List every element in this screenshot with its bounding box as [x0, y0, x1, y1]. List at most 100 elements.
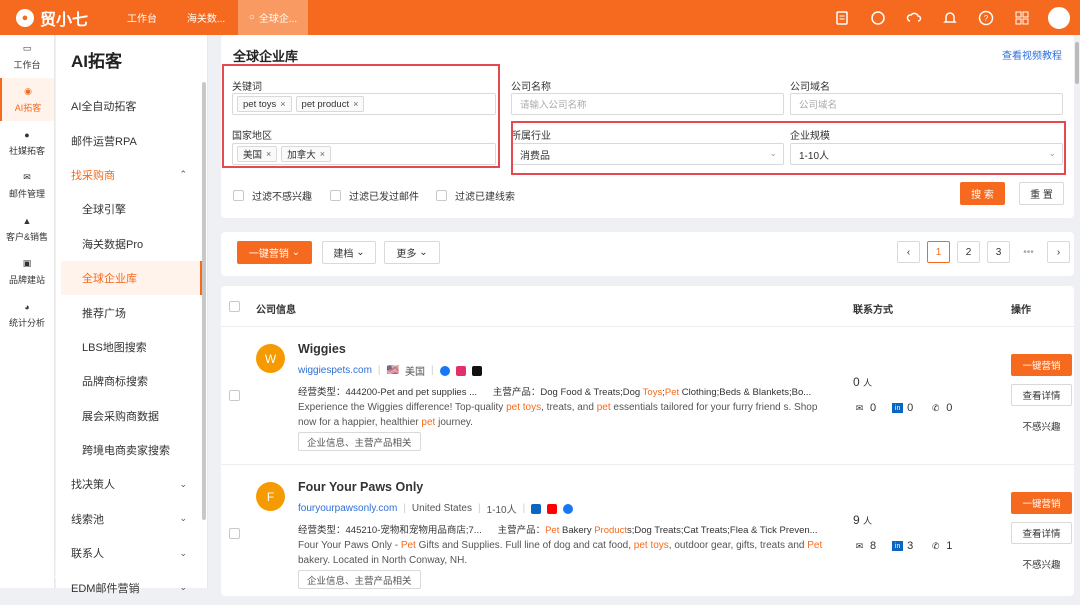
- subnav-item-trademark[interactable]: 品牌商标搜索: [56, 364, 207, 398]
- checkbox[interactable]: [233, 190, 244, 201]
- one-click-marketing-button[interactable]: 一键营销 ⌄: [237, 241, 312, 264]
- avatar[interactable]: [1048, 7, 1070, 29]
- more-button[interactable]: 更多 ⌄: [384, 241, 440, 264]
- tab-label: 全球企...: [259, 10, 297, 25]
- archive-button[interactable]: 建档 ⌄: [322, 241, 376, 264]
- company-name[interactable]: Four Your Paws Only: [298, 480, 423, 494]
- tab-global-company[interactable]: ○全球企...: [238, 0, 308, 35]
- subnav-item-global-company[interactable]: 全球企业库: [61, 261, 203, 295]
- facebook-icon[interactable]: [440, 366, 450, 376]
- company-domain-link[interactable]: fouryourpawsonly.com: [298, 503, 397, 514]
- top-bar: ● 贸小七 工作台 海关数... ○全球企... ?: [0, 0, 1080, 35]
- not-interested-link[interactable]: 不感兴趣: [1011, 419, 1072, 433]
- reset-button[interactable]: 重 置: [1019, 182, 1064, 205]
- sidebar-item-label: 工作台: [13, 58, 40, 71]
- desc-text: Four Your Paws Only -: [298, 540, 401, 551]
- facebook-icon[interactable]: [563, 504, 573, 514]
- mail-count[interactable]: ✉0: [853, 402, 876, 414]
- one-click-marketing-button[interactable]: 一键营销: [1011, 492, 1072, 514]
- sidebar-item-ai-prospect[interactable]: ◉AI拓客: [0, 78, 54, 121]
- subnav-item-lbs[interactable]: LBS地图搜索: [56, 330, 207, 364]
- country: 美国: [405, 363, 425, 378]
- page-button[interactable]: 1: [927, 241, 950, 263]
- match-tag[interactable]: 企业信息、主营产品相关: [298, 432, 421, 451]
- subnav-label: LBS地图搜索: [82, 339, 147, 355]
- sidebar-item-social[interactable]: ●社媒拓客: [0, 121, 54, 164]
- filter-emailed[interactable]: 过滤已发过邮件: [330, 188, 419, 203]
- tab-customs-data[interactable]: 海关数...: [174, 0, 238, 35]
- row-checkbox[interactable]: [229, 390, 240, 401]
- subnav-item-customs-pro[interactable]: 海关数据Pro: [56, 227, 207, 261]
- page-button[interactable]: 3: [987, 241, 1010, 263]
- checkbox[interactable]: [330, 190, 341, 201]
- monitor-icon: ▭: [21, 43, 33, 55]
- row-checkbox[interactable]: [229, 528, 240, 539]
- page-title: 全球企业库: [233, 46, 298, 65]
- linkedin-count[interactable]: in3: [892, 540, 913, 552]
- checkbox[interactable]: [436, 190, 447, 201]
- subnav-label: AI全自动拓客: [71, 98, 136, 114]
- search-button[interactable]: 搜 索: [960, 182, 1005, 205]
- help-icon[interactable]: ?: [976, 8, 996, 28]
- tiktok-icon[interactable]: [472, 366, 482, 376]
- cloud-sync-icon[interactable]: [904, 8, 924, 28]
- company-list: 公司信息 联系方式 操作 W Wiggies wiggiespets.com |…: [221, 286, 1074, 596]
- subnav-item-mail-rpa[interactable]: 邮件运营RPA: [56, 123, 207, 157]
- grid-icon[interactable]: [1012, 8, 1032, 28]
- company-name-input[interactable]: 请输入公司名称: [511, 93, 784, 115]
- sidebar-item-customer[interactable]: ▲客户&销售: [0, 207, 54, 250]
- filter-not-interested[interactable]: 过滤不感兴趣: [233, 188, 312, 203]
- linkedin-icon: in: [892, 403, 903, 413]
- not-interested-link[interactable]: 不感兴趣: [1011, 557, 1072, 571]
- products-highlight: Pet: [665, 387, 679, 398]
- chat-icon[interactable]: [868, 8, 888, 28]
- app-logo[interactable]: ● 贸小七: [0, 6, 110, 30]
- video-tutorial-link[interactable]: 查看视频教程: [1002, 47, 1062, 62]
- mail-number: 0: [870, 402, 876, 414]
- subnav-item-expo[interactable]: 展会采购商数据: [56, 399, 207, 433]
- view-details-button[interactable]: 查看详情: [1011, 384, 1072, 406]
- select-all-checkbox[interactable]: [229, 301, 240, 312]
- pagination-ellipsis[interactable]: •••: [1017, 241, 1040, 263]
- mail-count[interactable]: ✉8: [853, 540, 876, 552]
- view-details-button[interactable]: 查看详情: [1011, 522, 1072, 544]
- phone-count[interactable]: ✆1: [929, 540, 952, 552]
- sidebar-item-mail[interactable]: ✉邮件管理: [0, 164, 54, 207]
- subnav-group-find-buyers[interactable]: 找采购商⌃: [56, 158, 207, 192]
- subnav-scrollbar[interactable]: [202, 82, 206, 520]
- company-name[interactable]: Wiggies: [298, 342, 346, 356]
- sidebar-item-brand-site[interactable]: ▣品牌建站: [0, 250, 54, 293]
- subnav-item-decision-maker[interactable]: 找决策人⌄: [56, 467, 207, 501]
- linkedin-count[interactable]: in0: [892, 402, 913, 414]
- youtube-icon[interactable]: [547, 504, 557, 514]
- subnav-title: AI拓客: [56, 35, 207, 89]
- sidebar-item-stats[interactable]: ◕统计分析: [0, 293, 54, 336]
- linkedin-icon[interactable]: [531, 504, 541, 514]
- subnav-item-leads[interactable]: 线索池⌄: [56, 502, 207, 536]
- document-icon[interactable]: [832, 8, 852, 28]
- domain-input[interactable]: 公司域名: [790, 93, 1063, 115]
- subnav-item-ecommerce[interactable]: 跨境电商卖家搜索: [56, 433, 207, 467]
- main-content: 全球企业库 查看视频教程 关键词 pet toys× pet product× …: [221, 35, 1074, 596]
- instagram-icon[interactable]: [456, 366, 466, 376]
- company-domain-link[interactable]: wiggiespets.com: [298, 365, 372, 376]
- tab-workbench[interactable]: 工作台: [110, 0, 174, 35]
- one-click-marketing-button[interactable]: 一键营销: [1011, 354, 1072, 376]
- subnav-item-recommend[interactable]: 推荐广场: [56, 295, 207, 329]
- next-page-button[interactable]: ›: [1047, 241, 1070, 263]
- chevron-down-icon: ⌄: [356, 247, 364, 258]
- phone-count[interactable]: ✆0: [929, 402, 952, 414]
- subnav-item-ai-auto[interactable]: AI全自动拓客: [56, 89, 207, 123]
- divider: |: [431, 365, 434, 376]
- sidebar-item-workbench[interactable]: ▭ 工作台: [0, 35, 54, 78]
- app-logo-text: 贸小七: [40, 6, 88, 30]
- match-tag[interactable]: 企业信息、主营产品相关: [298, 570, 421, 589]
- prev-page-button[interactable]: ‹: [897, 241, 920, 263]
- filter-leads[interactable]: 过滤已建线索: [436, 188, 515, 203]
- page-scrollbar[interactable]: [1075, 42, 1079, 84]
- contact-channels: ✉0 in0 ✆0: [853, 402, 952, 414]
- page-button[interactable]: 2: [957, 241, 980, 263]
- bell-icon[interactable]: [940, 8, 960, 28]
- subnav-item-global-engine[interactable]: 全球引擎: [56, 192, 207, 226]
- divider: |: [478, 503, 481, 514]
